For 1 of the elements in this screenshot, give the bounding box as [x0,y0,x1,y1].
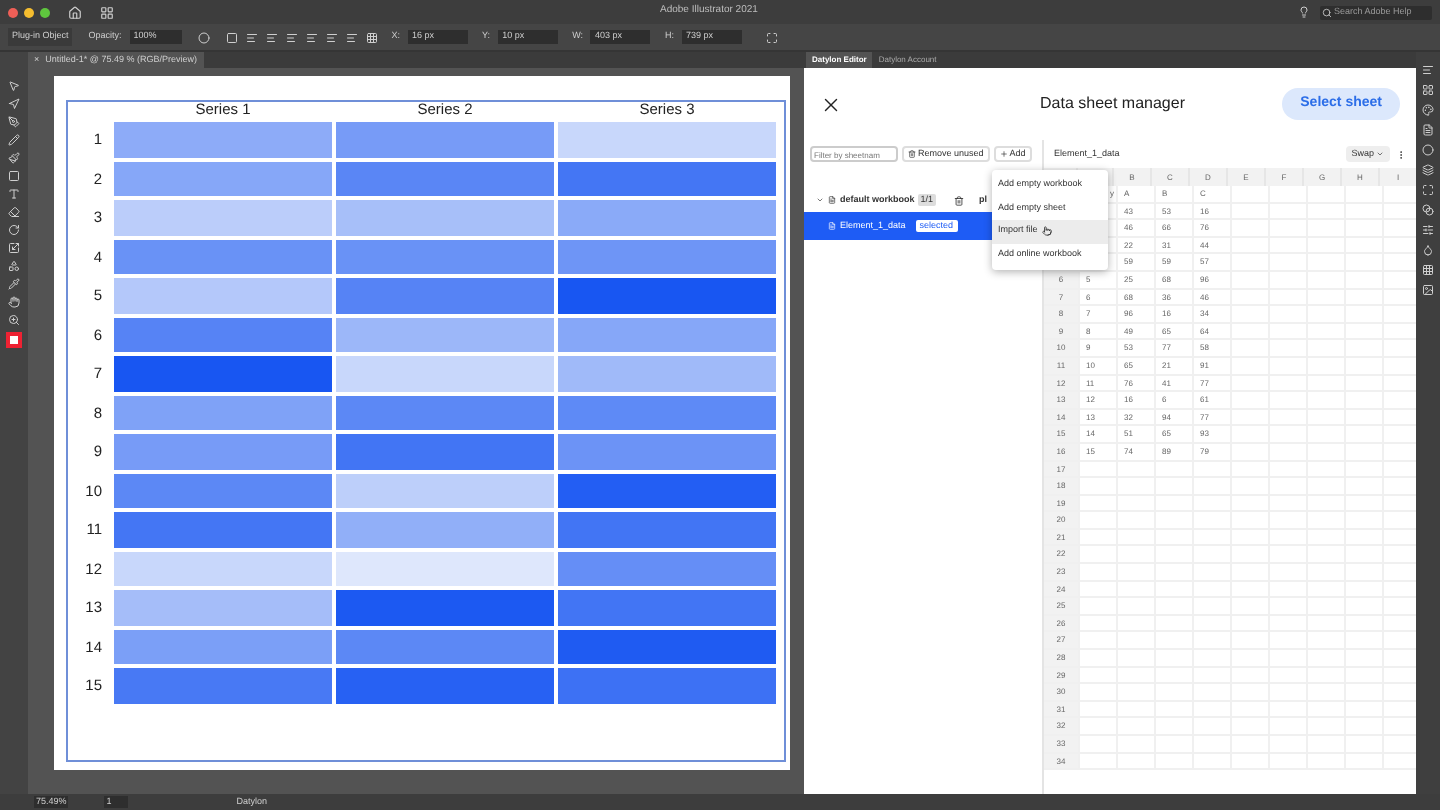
dialog-title: Data sheet manager [1040,92,1185,116]
